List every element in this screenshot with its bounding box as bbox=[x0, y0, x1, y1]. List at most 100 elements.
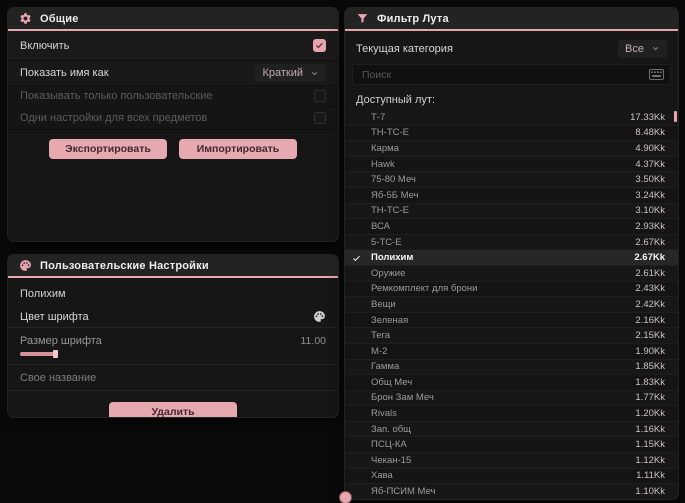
chevron-down-icon bbox=[652, 47, 659, 51]
font-size-label: Размер шрифта bbox=[20, 334, 102, 347]
loot-item-value: 1.10Kk bbox=[635, 486, 665, 498]
loot-item-name: Чекан-15 bbox=[371, 454, 412, 466]
loot-item-name: Карма bbox=[371, 142, 399, 154]
loot-item-value: 1.85Kk bbox=[635, 361, 665, 373]
only-custom-checkbox[interactable] bbox=[314, 90, 326, 102]
loot-item-value: 3.50Kk bbox=[635, 174, 665, 186]
loot-item-row[interactable]: Общ Меч 1.83Kk bbox=[345, 375, 678, 391]
loot-item-row[interactable]: Тега 2.15Kk bbox=[345, 328, 678, 344]
enable-row[interactable]: Включить bbox=[8, 31, 338, 61]
loot-item-row[interactable]: Зап. общ 1.16Kk bbox=[345, 421, 678, 438]
custom-name-input[interactable] bbox=[20, 371, 326, 384]
loot-item-row[interactable]: ТН-ТС-Е 3.10Kk bbox=[345, 203, 678, 220]
loot-item-row[interactable]: Чекан-15 1.12Kk bbox=[345, 453, 678, 469]
font-size-slider[interactable] bbox=[20, 350, 326, 358]
loot-item-name: Брон Зам Меч bbox=[371, 392, 434, 404]
name-display-dropdown[interactable]: Краткий bbox=[255, 64, 326, 82]
font-color-row[interactable]: Цвет шрифта bbox=[8, 306, 338, 328]
loot-item-value: 4.90Kk bbox=[635, 142, 665, 154]
loot-item-name: Вещи bbox=[371, 298, 396, 310]
loot-item-row[interactable]: Зеленая 2.16Kk bbox=[345, 312, 678, 329]
loot-item-name: Зап. общ bbox=[371, 423, 411, 435]
enable-checkbox[interactable] bbox=[313, 39, 326, 52]
loot-item-row[interactable]: Яб-5Б Меч 3.24Kk bbox=[345, 187, 678, 204]
loot-item-row[interactable]: Гамма 1.85Kk bbox=[345, 359, 678, 376]
loot-item-value: 2.16Kk bbox=[635, 314, 665, 326]
same-settings-label: Одни настройки для всех предметов bbox=[20, 112, 208, 124]
slider-handle[interactable] bbox=[53, 350, 58, 358]
scrollbar-thumb[interactable] bbox=[674, 111, 677, 122]
loot-item-row[interactable]: Ремкомплект для брони 2.43Kk bbox=[345, 281, 678, 298]
mouse-cursor bbox=[340, 492, 351, 503]
font-size-row: Размер шрифта 11.00 bbox=[8, 332, 338, 349]
custom-window-header[interactable]: Пользовательские Настройки bbox=[8, 255, 338, 278]
import-button[interactable]: Импортировать bbox=[179, 139, 297, 159]
loot-item-value: 2.15Kk bbox=[635, 330, 665, 342]
loot-item-value: 2.67Kk bbox=[635, 236, 665, 248]
loot-item-value: 17.33Kk bbox=[630, 111, 665, 123]
general-window-header[interactable]: Общие bbox=[8, 8, 338, 31]
keyboard-icon[interactable] bbox=[649, 69, 664, 80]
loot-item-name: Ремкомплект для брони bbox=[371, 283, 478, 295]
loot-item-value: 3.10Kk bbox=[635, 205, 665, 217]
color-picker-icon[interactable] bbox=[313, 310, 326, 323]
loot-item-row[interactable]: ВСА 2.93Kk bbox=[345, 219, 678, 235]
category-dropdown[interactable]: Все bbox=[618, 39, 667, 58]
category-row: Текущая категория Все bbox=[345, 35, 678, 62]
name-display-dropdown-value: Краткий bbox=[262, 67, 303, 79]
loot-item-name: Rivals bbox=[371, 408, 397, 420]
loot-item-name: 5-ТС-Е bbox=[371, 236, 402, 248]
loot-item-value: 2.43Kk bbox=[635, 283, 665, 295]
funnel-icon bbox=[356, 12, 369, 25]
loot-item-row[interactable]: 75-80 Меч 3.50Kk bbox=[345, 172, 678, 188]
loot-item-row[interactable]: ПСЦ-КА 1.15Kk bbox=[345, 437, 678, 454]
check-icon bbox=[352, 254, 361, 263]
loot-item-row[interactable]: Брон Зам Меч 1.77Kk bbox=[345, 390, 678, 407]
only-custom-row[interactable]: Показывать только пользовательские bbox=[8, 86, 338, 107]
loot-item-row[interactable]: 5-ТС-Е 2.67Kk bbox=[345, 234, 678, 251]
category-label: Текущая категория bbox=[356, 42, 453, 55]
same-settings-row[interactable]: Одни настройки для всех предметов bbox=[8, 107, 338, 130]
export-button[interactable]: Экспортировать bbox=[49, 139, 167, 159]
loot-item-row[interactable]: Т-7 17.33Kk bbox=[345, 110, 678, 126]
loot-item-value: 1.16Kk bbox=[635, 423, 665, 435]
available-loot-label: Доступный лут: bbox=[356, 94, 436, 106]
loot-window-header[interactable]: Фильтр Лута bbox=[345, 8, 678, 31]
loot-item-row[interactable]: Оружие 2.61Kk bbox=[345, 265, 678, 282]
gear-icon bbox=[19, 12, 32, 25]
loot-item-name: Общ Меч bbox=[371, 376, 413, 388]
loot-filter-window: Фильтр Лута Текущая категория Все Доступ… bbox=[345, 8, 678, 499]
loot-item-row[interactable]: Хава 1.11Kk bbox=[345, 468, 678, 485]
custom-name-row bbox=[8, 365, 338, 391]
loot-item-value: 4.37Kk bbox=[635, 158, 665, 170]
loot-item-value: 1.12Kk bbox=[635, 454, 665, 466]
loot-item-name: Яб-ПСИМ Меч bbox=[371, 486, 436, 498]
loot-item-row[interactable]: Полихим 2.67Kk bbox=[345, 250, 678, 266]
loot-item-row[interactable]: Hawk 4.37Kk bbox=[345, 156, 678, 173]
loot-item-value: 3.24Kk bbox=[635, 189, 665, 201]
loot-item-name: ПСЦ-КА bbox=[371, 439, 407, 451]
slider-fill bbox=[20, 352, 56, 356]
loot-item-row[interactable]: М-2 1.90Kk bbox=[345, 343, 678, 360]
loot-item-value: 2.42Kk bbox=[635, 298, 665, 310]
loot-item-name: Т-7 bbox=[371, 111, 386, 123]
loot-item-name: Гамма bbox=[371, 361, 400, 373]
loot-item-row[interactable]: Вещи 2.42Kk bbox=[345, 297, 678, 313]
loot-item-row[interactable]: Яб-ПСИМ Меч 1.10Kk bbox=[345, 484, 678, 499]
font-color-label: Цвет шрифта bbox=[20, 310, 89, 323]
name-display-label: Показать имя как bbox=[20, 67, 109, 79]
loot-item-name: ВСА bbox=[371, 220, 391, 232]
custom-window-title: Пользовательские Настройки bbox=[40, 259, 209, 272]
loot-item-row[interactable]: Rivals 1.20Kk bbox=[345, 406, 678, 422]
search-input[interactable] bbox=[362, 68, 644, 81]
same-settings-checkbox[interactable] bbox=[314, 112, 326, 124]
general-window-title: Общие bbox=[40, 12, 79, 25]
loot-item-value: 2.93Kk bbox=[635, 220, 665, 232]
loot-item-value: 1.11Kk bbox=[636, 470, 665, 482]
delete-button[interactable]: Удалить bbox=[109, 402, 237, 417]
loot-item-row[interactable]: Карма 4.90Kk bbox=[345, 141, 678, 157]
category-dropdown-value: Все bbox=[625, 42, 644, 55]
export-import-row: Экспортировать Импортировать bbox=[8, 130, 338, 159]
loot-item-row[interactable]: ТН-ТС-Е 8.48Kk bbox=[345, 125, 678, 142]
font-size-value: 11.00 bbox=[300, 334, 327, 347]
